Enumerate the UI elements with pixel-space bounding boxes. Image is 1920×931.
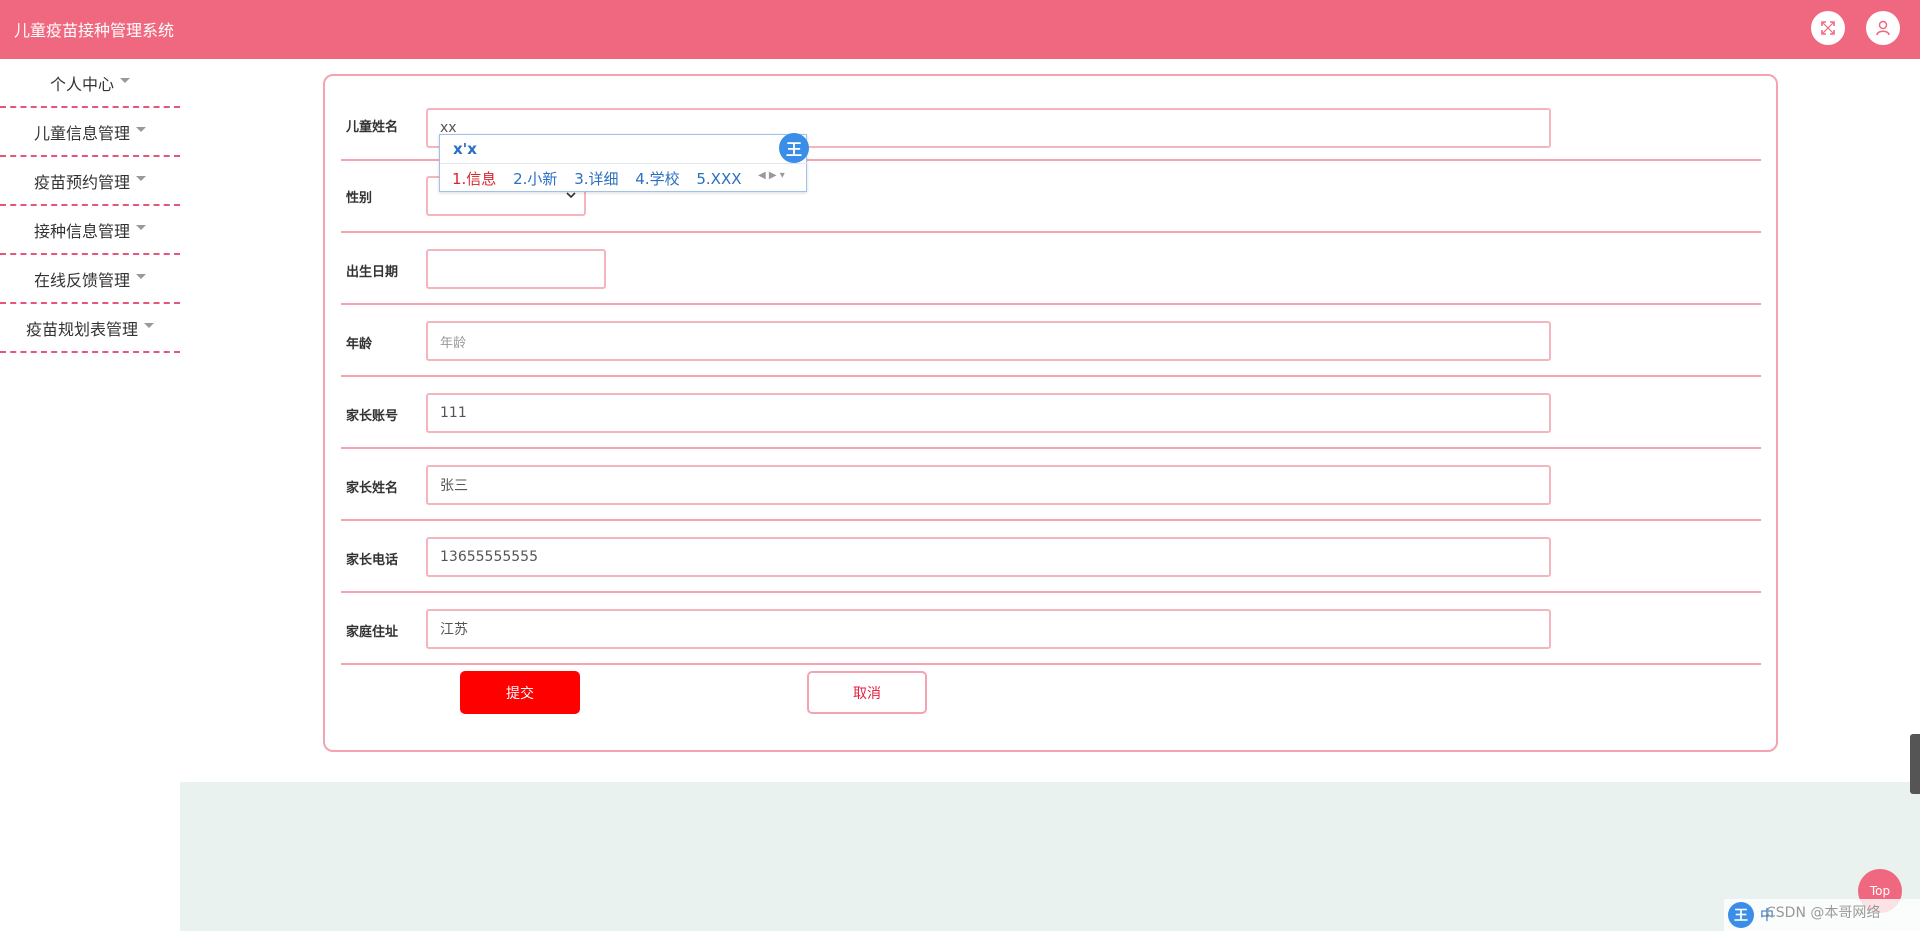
- form-row-parent-account: 家长账号 111: [341, 377, 1761, 449]
- parent-phone-input[interactable]: 13655555555: [426, 537, 1551, 577]
- user-icon: [1876, 20, 1890, 36]
- sidebar: 个人中心 儿童信息管理 疫苗预约管理 接种信息管理 在线反馈管理 疫苗规划表管理: [0, 59, 180, 931]
- parent-account-input[interactable]: 111: [426, 393, 1551, 433]
- app-title: 儿童疫苗接种管理系统: [14, 21, 175, 40]
- cancel-button[interactable]: 取消: [807, 671, 927, 714]
- ime-page-arrows-icon[interactable]: ◀ ▶ ▾: [758, 170, 785, 181]
- watermark: CSDN @本哥网络: [1766, 905, 1881, 921]
- chevron-down-icon: [566, 192, 576, 199]
- caret-down-icon: [136, 127, 146, 132]
- caret-down-icon: [136, 225, 146, 230]
- parent-name-input[interactable]: 张三: [426, 465, 1551, 505]
- age-label: 年龄: [346, 337, 373, 352]
- ime-candidate[interactable]: 4.学校: [635, 170, 679, 188]
- ime-composition: x'x: [453, 140, 477, 158]
- sidebar-item-label: 疫苗预约管理: [33, 172, 130, 192]
- caret-down-icon: [120, 78, 130, 83]
- caret-down-icon: [136, 274, 146, 279]
- caret-down-icon: [136, 176, 146, 181]
- birth-date-input[interactable]: [426, 249, 606, 289]
- fullscreen-icon: [1821, 21, 1835, 35]
- form-row-birth-date: 出生日期: [341, 233, 1761, 305]
- home-address-label: 家庭住址: [346, 625, 399, 640]
- form-row-home-address: 家庭住址 江苏: [341, 593, 1761, 665]
- birth-date-label: 出生日期: [346, 265, 399, 280]
- side-handle[interactable]: [1910, 734, 1920, 794]
- ime-tray-logo[interactable]: 王: [1728, 902, 1754, 928]
- fullscreen-button[interactable]: [1811, 11, 1845, 45]
- ime-candidate-popup: x'x 1.信息 2.小新 3.详细 4.学校 5.XXX: [439, 134, 808, 192]
- form-row-age: 年龄 年龄: [341, 305, 1761, 377]
- top-header: 儿童疫苗接种管理系统: [0, 0, 1920, 59]
- caret-down-icon: [144, 323, 154, 328]
- ime-candidate[interactable]: 3.详细: [574, 170, 618, 188]
- sidebar-item-label: 在线反馈管理: [33, 270, 130, 290]
- gender-label: 性别: [346, 191, 373, 206]
- sidebar-item-vaccine-booking[interactable]: 疫苗预约管理: [0, 157, 180, 206]
- ime-candidate[interactable]: 5.XXX: [696, 170, 741, 188]
- form-row-parent-phone: 家长电话 13655555555: [341, 521, 1761, 593]
- ime-divider: [440, 163, 808, 164]
- sidebar-item-feedback[interactable]: 在线反馈管理: [0, 255, 180, 304]
- submit-button[interactable]: 提交: [460, 671, 580, 714]
- age-input[interactable]: 年龄: [426, 321, 1551, 361]
- parent-name-label: 家长姓名: [346, 481, 399, 496]
- ime-candidate-list: 1.信息 2.小新 3.详细 4.学校 5.XXX: [452, 168, 754, 189]
- ime-candidate[interactable]: 1.信息: [452, 170, 496, 188]
- sidebar-item-vaccination-info[interactable]: 接种信息管理: [0, 206, 180, 255]
- sidebar-item-personal-center[interactable]: 个人中心: [0, 59, 180, 108]
- child-name-label: 儿童姓名: [346, 120, 399, 135]
- parent-account-label: 家长账号: [346, 409, 399, 424]
- ime-candidate[interactable]: 2.小新: [513, 170, 557, 188]
- user-button[interactable]: [1866, 11, 1900, 45]
- sidebar-item-label: 接种信息管理: [33, 221, 130, 241]
- home-address-input[interactable]: 江苏: [426, 609, 1551, 649]
- form-row-parent-name: 家长姓名 张三: [341, 449, 1761, 521]
- sidebar-item-label: 个人中心: [49, 74, 114, 94]
- ime-logo: 王: [779, 133, 809, 163]
- sidebar-item-label: 疫苗规划表管理: [25, 319, 138, 339]
- sidebar-item-child-info[interactable]: 儿童信息管理: [0, 108, 180, 157]
- parent-phone-label: 家长电话: [346, 553, 399, 568]
- sidebar-item-vaccine-plan[interactable]: 疫苗规划表管理: [0, 304, 180, 353]
- sidebar-item-label: 儿童信息管理: [33, 123, 130, 143]
- bottom-band: [180, 782, 1920, 931]
